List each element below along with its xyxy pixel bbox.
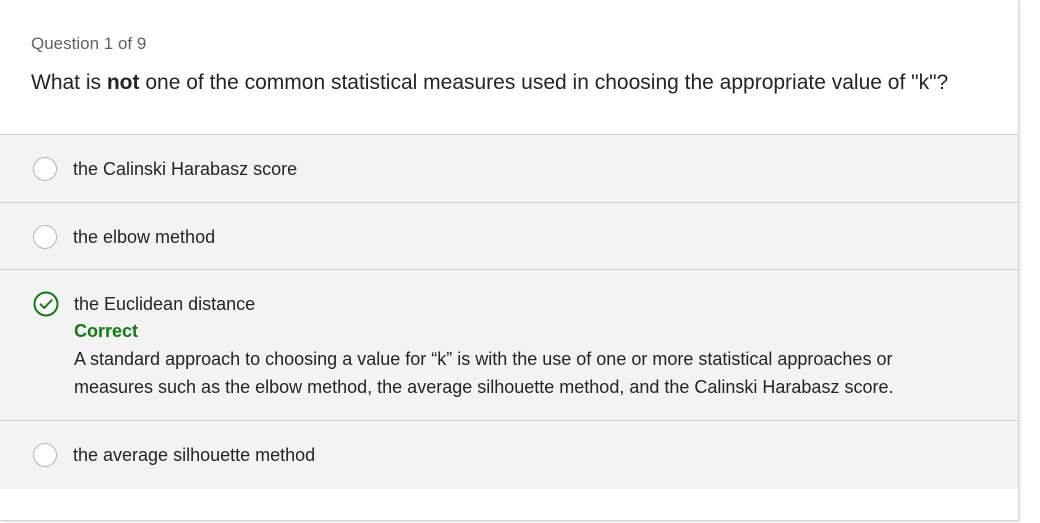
feedback-text: A standard approach to choosing a value …	[74, 349, 894, 397]
radio-button[interactable]	[33, 157, 57, 181]
answer-option-body: the Euclidean distance Correct A standar…	[74, 291, 974, 401]
answer-option-label: the Euclidean distance	[74, 294, 256, 314]
quiz-card: Question 1 of 9 What is not one of the c…	[0, 0, 1019, 521]
answer-options: the Calinski Harabasz score the elbow me…	[0, 134, 1018, 489]
answer-option-elbow[interactable]: the elbow method	[0, 203, 1018, 270]
question-suffix: one of the common statistical measures u…	[139, 71, 949, 94]
answer-option-label: the elbow method	[73, 227, 216, 247]
answer-option-calinski[interactable]: the Calinski Harabasz score	[0, 135, 1018, 203]
radio-button[interactable]	[33, 225, 57, 249]
radio-button[interactable]	[33, 443, 57, 467]
question-counter: Question 1 of 9	[31, 34, 147, 53]
answer-option-label: the average silhouette method	[73, 445, 316, 465]
checkmark-circle-icon[interactable]	[33, 291, 59, 317]
question-text: What is not one of the common statistica…	[31, 68, 961, 98]
question-header: Question 1 of 9 What is not one of the c…	[0, 0, 1018, 134]
answer-option-euclidean[interactable]: the Euclidean distance Correct A standar…	[0, 270, 1018, 421]
answer-option-silhouette[interactable]: the average silhouette method	[0, 421, 1018, 489]
question-prefix: What is	[31, 71, 107, 94]
feedback-title: Correct	[74, 321, 139, 341]
question-emphasis: not	[106, 71, 140, 94]
answer-option-label: the Calinski Harabasz score	[73, 159, 298, 179]
